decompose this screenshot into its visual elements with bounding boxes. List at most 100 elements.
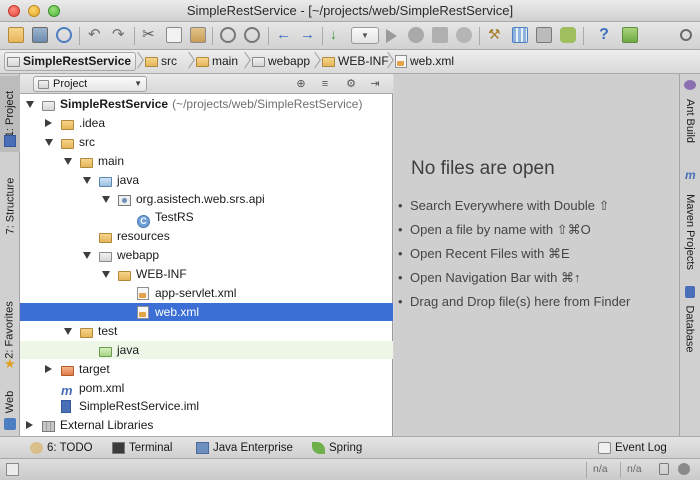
breadcrumb-item[interactable]: WEB-INF [320, 52, 393, 71]
make-project-icon[interactable]: ↓ [330, 27, 346, 43]
project-structure-icon[interactable] [512, 27, 528, 43]
maven-icon: m [685, 168, 696, 182]
settings-wrench-icon[interactable]: ⚒ [488, 27, 504, 43]
android-icon[interactable] [560, 27, 576, 43]
expanded-arrow-icon[interactable] [83, 176, 91, 184]
tool-tab-web[interactable]: Web [0, 382, 20, 422]
gear-icon[interactable]: ⚙ [344, 77, 358, 91]
zoom-window-button[interactable] [48, 5, 60, 17]
title-bar: SimpleRestService - [~/projects/web/Simp… [0, 0, 700, 22]
lock-icon[interactable] [659, 463, 669, 475]
hide-panel-icon[interactable]: ⇥ [368, 77, 382, 91]
tree-row[interactable]: External Libraries [20, 416, 393, 434]
forward-icon[interactable]: → [300, 27, 316, 43]
expanded-arrow-icon[interactable] [83, 252, 91, 260]
database-icon [685, 286, 695, 298]
editor-area[interactable]: No files are open • Search Everywhere wit… [394, 74, 679, 436]
minimize-window-button[interactable] [28, 5, 40, 17]
tree-row[interactable]: org.asistech.web.srs.api [20, 190, 393, 208]
expanded-arrow-icon[interactable] [26, 101, 34, 108]
tree-row[interactable]: test [20, 322, 393, 340]
tree-row[interactable]: WEB-INF [20, 265, 393, 283]
tool-windows-toggle-icon[interactable] [6, 463, 19, 476]
web-tool-icon [4, 418, 16, 430]
breadcrumb-item[interactable]: web.xml [393, 52, 458, 71]
collapsed-arrow-icon[interactable] [45, 118, 52, 127]
coverage-icon[interactable] [432, 27, 448, 43]
undo-icon[interactable]: ↶ [88, 27, 104, 43]
collapsed-arrow-icon[interactable] [45, 364, 52, 373]
inspector-icon[interactable] [678, 463, 690, 475]
copy-icon[interactable] [166, 27, 182, 43]
synchronize-icon[interactable] [56, 27, 72, 43]
tree-row[interactable]: SimpleRestService.iml [20, 397, 393, 415]
project-view-selector[interactable]: Project ▼ [33, 76, 147, 92]
event-log-icon [598, 442, 611, 454]
search-everywhere-icon[interactable] [680, 29, 692, 41]
window-title: SimpleRestService - [~/projects/web/Simp… [186, 3, 514, 18]
tool-tab-todo[interactable]: 6: TODO [30, 439, 93, 457]
replace-icon[interactable] [244, 27, 260, 43]
project-tool-icon [4, 135, 16, 147]
tree-row[interactable]: .idea [20, 114, 393, 132]
todo-icon [30, 442, 43, 454]
help-icon[interactable]: ? [596, 27, 612, 43]
tree-row[interactable]: web.xml [20, 302, 393, 321]
tree-row[interactable]: target [20, 360, 393, 378]
tree-row-label: External Libraries [60, 418, 154, 433]
tree-row[interactable]: src [20, 133, 393, 151]
tree-row[interactable]: m pom.xml [20, 379, 393, 398]
scroll-from-source-icon[interactable]: ⊕ [294, 77, 308, 91]
expanded-arrow-icon[interactable] [102, 195, 110, 203]
breadcrumb-item[interactable]: webapp [250, 52, 314, 71]
run-icon[interactable] [386, 29, 397, 43]
tool-tab-maven-projects[interactable]: Maven Projects [680, 184, 700, 280]
expanded-arrow-icon[interactable] [64, 327, 72, 335]
cut-icon[interactable]: ✂ [142, 27, 158, 43]
redo-icon[interactable]: ↷ [112, 27, 128, 43]
back-icon[interactable]: ← [276, 27, 292, 43]
sdk-manager-icon[interactable] [536, 27, 552, 43]
tool-tab-structure[interactable]: 7: Structure [0, 156, 20, 256]
caret-position[interactable]: n/a [586, 462, 618, 478]
vcs-icon[interactable] [622, 27, 638, 43]
close-window-button[interactable] [8, 5, 20, 17]
tree-row[interactable]: SimpleRestService (~/projects/web/SimpleR… [20, 95, 393, 113]
tree-row-label: pom.xml [79, 380, 125, 395]
tool-tab-spring[interactable]: Spring [312, 439, 362, 457]
find-icon[interactable] [220, 27, 236, 43]
tool-tab-event-log[interactable]: Event Log [598, 439, 667, 457]
run-configuration-dropdown[interactable]: ▼ [351, 27, 379, 44]
tree-row[interactable]: webapp [20, 246, 393, 264]
breadcrumb-item[interactable]: main [194, 52, 242, 71]
empty-editor-title: No files are open [411, 158, 555, 179]
tree-row[interactable]: C TestRS [20, 208, 393, 229]
open-folder-icon[interactable] [8, 27, 24, 43]
save-all-icon[interactable] [32, 27, 48, 43]
expanded-arrow-icon[interactable] [45, 138, 53, 146]
tree-row[interactable]: app-servlet.xml [20, 284, 393, 302]
tree-row-label: web.xml [155, 304, 200, 319]
tree-row-label: resources [117, 229, 170, 244]
tool-tab-ant-build[interactable]: Ant Build [680, 90, 700, 152]
collapsed-arrow-icon[interactable] [26, 421, 33, 430]
spring-leaf-icon [312, 442, 325, 454]
expanded-arrow-icon[interactable] [64, 157, 72, 165]
tool-tab-terminal[interactable]: Terminal [112, 439, 172, 457]
tool-tab-java-enterprise[interactable]: Java Enterprise [196, 439, 293, 457]
collapse-all-icon[interactable]: ≡ [318, 77, 332, 91]
editor-tip: • Drag and Drop file(s) here from Finder [398, 294, 631, 309]
xml-file-icon [395, 55, 407, 68]
tool-tab-database[interactable]: Database [680, 300, 700, 358]
profile-icon[interactable] [456, 27, 472, 43]
tree-row[interactable]: resources [20, 227, 393, 245]
tree-row[interactable]: java [20, 171, 393, 189]
tree-row[interactable]: main [20, 152, 393, 170]
debug-icon[interactable] [408, 27, 424, 43]
paste-icon[interactable] [190, 27, 206, 43]
breadcrumb-item[interactable]: SimpleRestService [4, 52, 137, 71]
tree-row[interactable]: java [20, 340, 393, 359]
expanded-arrow-icon[interactable] [102, 271, 110, 279]
breadcrumb-item[interactable]: src [143, 52, 181, 71]
encoding-indicator[interactable]: n/a [620, 462, 652, 478]
